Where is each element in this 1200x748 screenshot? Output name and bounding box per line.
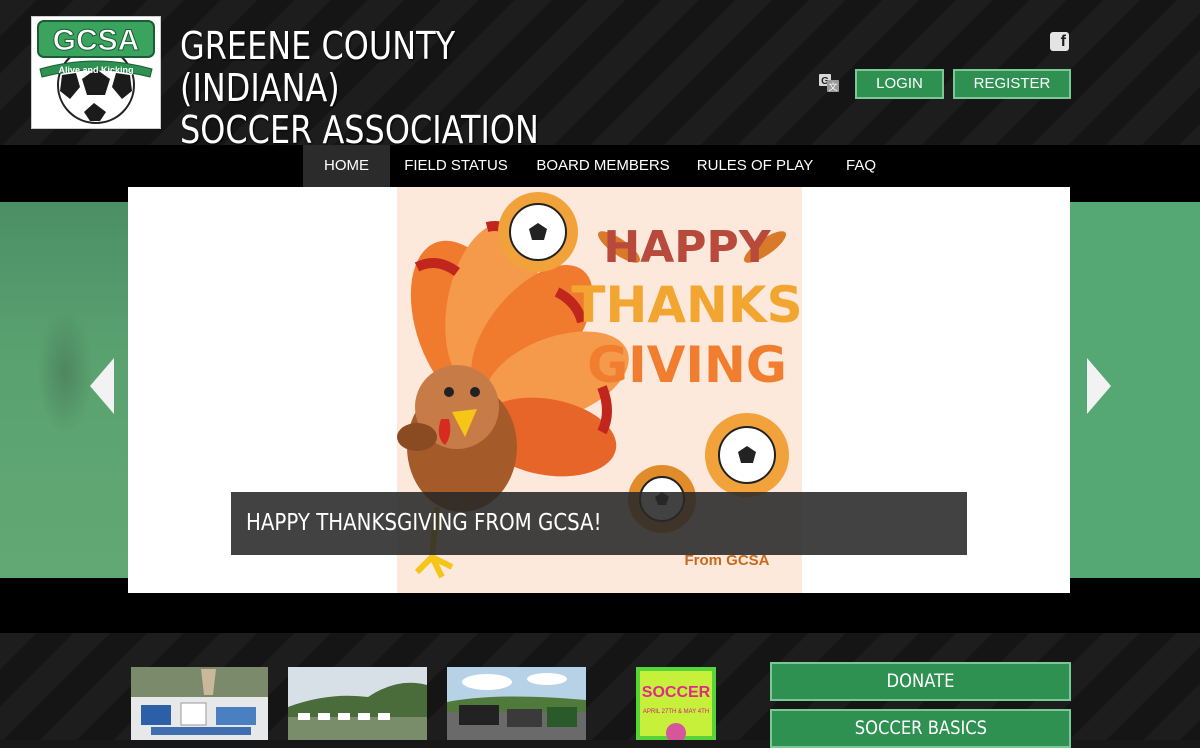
sunflower-ball-top [498,192,578,272]
slider-prev-arrow[interactable] [90,358,114,414]
main-nav: HOME FIELD STATUS BOARD MEMBERS RULES OF… [0,145,1200,187]
logo-tagline: Alive and Kicking [58,65,133,75]
donate-label: DONATE [886,670,955,692]
site-header: GCSA Alive and Kicking GREENE COUNTY (IN… [0,0,1200,151]
nav-item-field-status[interactable]: FIELD STATUS [400,145,512,187]
slide-caption: HAPPY THANKSGIVING FROM GCSA! [231,492,967,555]
nav-item-rules-of-play[interactable]: RULES OF PLAY [694,145,816,187]
slide-headline-line3: GIVING [587,336,787,394]
slide-caption-text: HAPPY THANKSGIVING FROM GCSA! [246,510,602,536]
site-title-line1: GREENE COUNTY (INDIANA) [180,24,456,110]
nav-item-faq[interactable]: FAQ [835,145,887,187]
login-button[interactable]: LOGIN [855,69,944,99]
donate-button[interactable]: DONATE [770,662,1071,701]
slide-headline-line2: THANKS [571,276,802,334]
soccer-flyer-thumbnail[interactable]: SOCCER APRIL 27TH & MAY 4TH [636,667,716,740]
site-title: GREENE COUNTY (INDIANA) SOCCER ASSOCIATI… [180,25,617,151]
nav-item-board-members[interactable]: BOARD MEMBERS [531,145,675,187]
slider-next-arrow[interactable] [1087,358,1111,414]
svg-text:文: 文 [828,81,837,92]
sunflower-ball-right [705,413,789,497]
slide-headline-line1: HAPPY [603,222,771,273]
gcsa-logo[interactable]: GCSA Alive and Kicking [31,16,161,129]
news-thumbnail-3[interactable] [447,667,586,740]
translate-icon[interactable]: G 文 [819,74,839,93]
facebook-icon[interactable]: f [1050,32,1069,51]
news-thumbnail-2[interactable] [288,667,427,740]
soccer-basics-label: SOCCER BASICS [854,717,987,739]
news-thumbnail-1[interactable] [131,667,268,740]
register-button[interactable]: REGISTER [953,69,1071,99]
flyer-title: SOCCER [642,684,711,701]
soccer-basics-button[interactable]: SOCCER BASICS [770,709,1071,748]
logo-text: GCSA [53,24,140,57]
flyer-detail: APRIL 27TH & MAY 4TH [643,709,709,715]
nav-item-home[interactable]: HOME [303,145,390,187]
